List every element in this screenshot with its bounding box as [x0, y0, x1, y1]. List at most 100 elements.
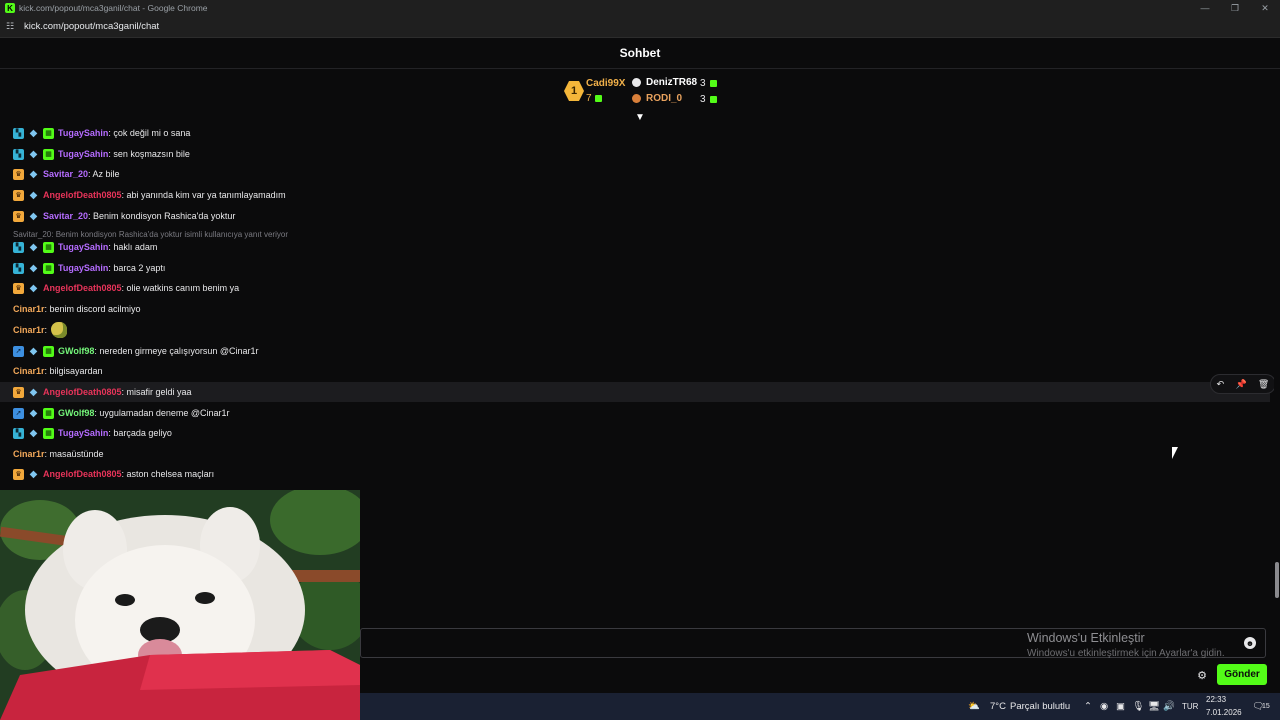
gem-icon[interactable]: ◆	[28, 263, 39, 274]
og-icon[interactable]: ▚	[13, 241, 24, 253]
chat-username[interactable]: AngelofDeath0805	[43, 387, 122, 397]
chat-message[interactable]: ▚ ◆ ▦ TugaySahin: barca 2 yaptı	[0, 258, 1270, 278]
chat-message[interactable]: ♛ ◆ AngelofDeath0805: abi yanında kim var …	[0, 185, 1270, 205]
chat-message[interactable]: ♛ ◆ AngelofDeath0805: olie watkins canım b…	[0, 278, 1270, 298]
chat-message[interactable]: ▚ ◆ ▦ TugaySahin: haklı adam	[0, 237, 1270, 257]
gem-icon[interactable]: ◆	[28, 242, 39, 253]
chat-message[interactable]: ♛ ◆ AngelofDeath0805: aston chelsea maçlar…	[0, 464, 1270, 484]
vip-icon[interactable]: ➚	[13, 345, 24, 357]
volume-icon[interactable]: 🔊	[1163, 693, 1175, 720]
chat-username[interactable]: TugaySahin	[58, 149, 108, 159]
chat-message[interactable]: ♛ ◆ Savitar_20: Benim kondisyon Rashica'da…	[0, 206, 1270, 226]
gift-icon[interactable]: ▦	[43, 262, 54, 274]
expand-leaderboard-icon[interactable]: ▼	[634, 113, 646, 123]
weather-icon[interactable]: ⛅	[968, 693, 980, 720]
chat-username[interactable]: TugaySahin	[58, 242, 108, 252]
gem-icon[interactable]: ◆	[28, 469, 39, 480]
gift-icon[interactable]: ▦	[43, 345, 54, 357]
close-button[interactable]: ✕	[1250, 0, 1280, 16]
chat-username[interactable]: Cinar1r	[13, 304, 45, 314]
chat-username[interactable]: AngelofDeath0805	[43, 469, 122, 479]
chat-username[interactable]: Cinar1r	[13, 449, 45, 459]
chat-message-text: : çok değil mi o sana	[108, 128, 191, 138]
crown-icon[interactable]: ♛	[13, 210, 24, 222]
gift-icon[interactable]: ▦	[43, 148, 54, 160]
crown-icon[interactable]: ♛	[13, 386, 24, 398]
chat-message-text: : aston chelsea maçları	[121, 469, 215, 479]
chat-message[interactable]: Cinar1r: bilgisayardan	[0, 361, 1270, 381]
og-icon[interactable]: ▚	[13, 148, 24, 160]
language-indicator[interactable]: TUR	[1182, 693, 1198, 720]
gift-icon[interactable]: ▦	[43, 127, 54, 139]
gem-icon[interactable]: ◆	[28, 346, 39, 357]
chat-username[interactable]: AngelofDeath0805	[43, 283, 122, 293]
microphone-icon[interactable]: 🎙	[1132, 693, 1144, 720]
chat-message[interactable]: Cinar1r:	[0, 320, 1270, 340]
crown-icon[interactable]: ♛	[13, 282, 24, 294]
og-icon[interactable]: ▚	[13, 127, 24, 139]
og-icon[interactable]: ▚	[13, 427, 24, 439]
chat-message[interactable]: ➚ ◆ ▦ GWolf98: nereden girmeye çalışıyorsun…	[0, 341, 1270, 361]
chat-username[interactable]: Cinar1r	[13, 366, 45, 376]
browser-titlebar: K kick.com/popout/mca3ganil/chat - Googl…	[0, 0, 1280, 16]
gem-icon[interactable]: ◆	[28, 169, 39, 180]
chat-username[interactable]: TugaySahin	[58, 428, 108, 438]
gem-icon[interactable]: ◆	[28, 387, 39, 398]
gift-icon[interactable]: ▦	[43, 407, 54, 419]
crown-icon[interactable]: ♛	[13, 189, 24, 201]
chat-message[interactable]: ▚ ◆ ▦ TugaySahin: barçada geliyo	[0, 423, 1270, 443]
gift-icon[interactable]: ▦	[43, 427, 54, 439]
clock-time[interactable]: 22:33	[1206, 693, 1226, 706]
chat-message[interactable]: ♛ ◆ Savitar_20: Az bile	[0, 164, 1270, 184]
chat-username[interactable]: AngelofDeath0805	[43, 190, 122, 200]
crown-icon[interactable]: ♛	[13, 468, 24, 480]
chat-message[interactable]: ♛ ◆ AngelofDeath0805: misafir geldi yaa	[0, 382, 1270, 402]
chat-username[interactable]: GWolf98	[58, 408, 94, 418]
chat-message[interactable]: ▚ ◆ ▦ TugaySahin: sen koşmazsın bile	[0, 144, 1270, 164]
chat-username[interactable]: TugaySahin	[58, 263, 108, 273]
address-bar[interactable]: ☷ kick.com/popout/mca3ganil/chat	[0, 16, 1280, 38]
leader-second-name[interactable]: DenizTR68	[646, 77, 697, 88]
gem-icon[interactable]: ◆	[28, 211, 39, 222]
chat-message[interactable]: Cinar1r: benim discord acilmiyo	[0, 299, 1270, 319]
chat-title: Sohbet	[619, 46, 661, 60]
vip-icon[interactable]: ➚	[13, 407, 24, 419]
chat-username[interactable]: Savitar_20	[43, 211, 88, 221]
leader-first-name[interactable]: Cadi99X	[586, 78, 625, 89]
weather-description[interactable]: Parçalı bulutlu	[1010, 693, 1070, 720]
clock-date[interactable]: 7.01.2026	[1206, 706, 1242, 719]
device-icon[interactable]: ▣	[1116, 693, 1125, 720]
weather-temp[interactable]: 7°C	[990, 693, 1006, 720]
chevron-up-icon[interactable]: ⌃	[1084, 693, 1092, 720]
chat-settings-icon[interactable]: ⚙	[1195, 668, 1209, 682]
maximize-button[interactable]: ❐	[1220, 0, 1250, 16]
delete-icon[interactable]: 🗑	[1258, 379, 1269, 390]
chat-message[interactable]: Cinar1r: masaüstünde	[0, 444, 1270, 464]
gem-icon[interactable]: ◆	[28, 149, 39, 160]
gem-icon[interactable]: ◆	[28, 408, 39, 419]
chat-message[interactable]: ➚ ◆ ▦ GWolf98: uygulamadan deneme @Cinar1r	[0, 403, 1270, 423]
emoji-picker-icon[interactable]: ☻	[1244, 637, 1256, 649]
network-icon[interactable]: 🖥	[1148, 693, 1160, 720]
minimize-button[interactable]: —	[1190, 0, 1220, 16]
chat-username[interactable]: Cinar1r	[13, 325, 45, 335]
leader-third-name[interactable]: RODI_0	[646, 93, 682, 104]
og-icon[interactable]: ▚	[13, 262, 24, 274]
pin-icon[interactable]: 📌	[1235, 379, 1246, 390]
chat-username[interactable]: TugaySahin	[58, 128, 108, 138]
record-icon[interactable]: ◉	[1100, 693, 1108, 720]
chat-username[interactable]: GWolf98	[58, 346, 94, 356]
reply-icon[interactable]: ↶	[1217, 379, 1225, 390]
gem-icon[interactable]: ◆	[28, 428, 39, 439]
gem-icon[interactable]: ◆	[28, 190, 39, 201]
chat-message[interactable]: ▚ ◆ ▦ TugaySahin: çok değil mi o sana	[0, 123, 1270, 143]
gem-icon[interactable]: ◆	[28, 283, 39, 294]
scrollbar-thumb[interactable]	[1275, 562, 1279, 598]
reply-context[interactable]: Savitar_20: Benim kondisyon Rashica'da y…	[13, 230, 288, 239]
crown-icon[interactable]: ♛	[13, 168, 24, 180]
site-info-icon[interactable]: ☷	[6, 21, 20, 32]
gift-icon[interactable]: ▦	[43, 241, 54, 253]
chat-username[interactable]: Savitar_20	[43, 169, 88, 179]
send-button[interactable]: Gönder	[1217, 664, 1267, 685]
gem-icon[interactable]: ◆	[28, 128, 39, 139]
